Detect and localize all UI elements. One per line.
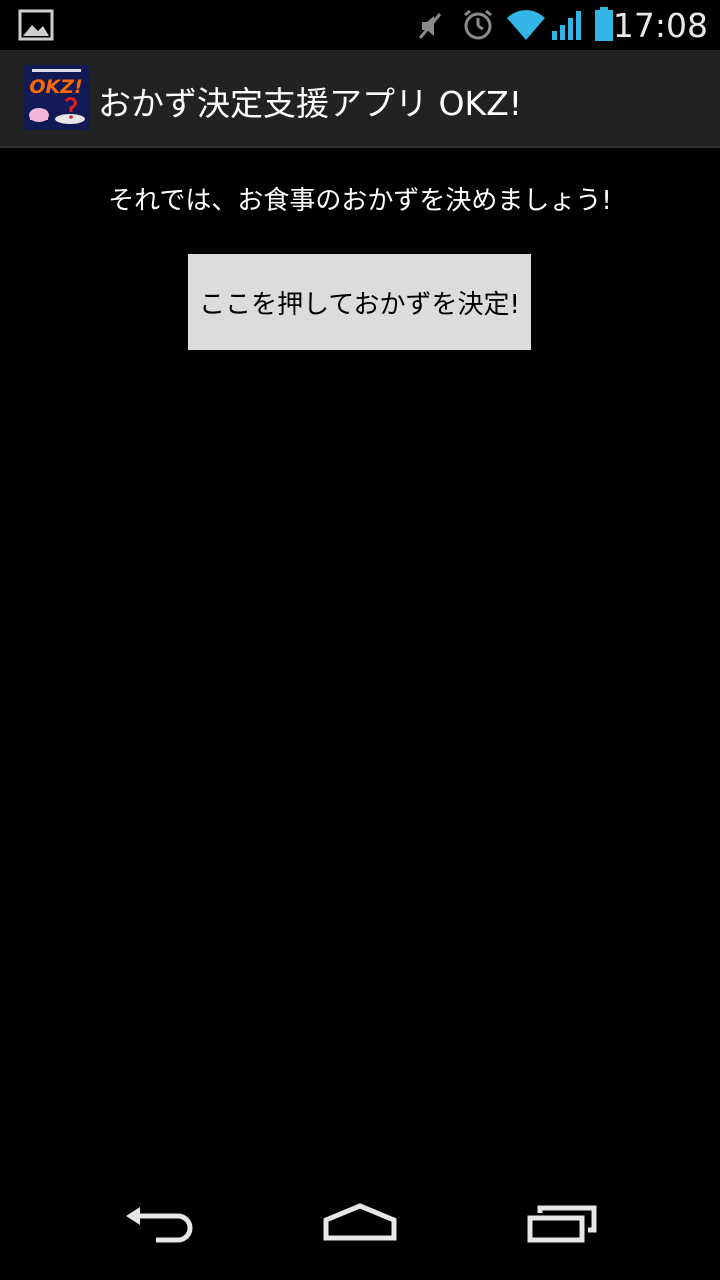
wifi-icon xyxy=(507,10,545,40)
app-icon-text: OKZ! xyxy=(29,76,82,98)
battery-icon xyxy=(595,7,613,41)
recent-apps-icon[interactable] xyxy=(526,1204,598,1244)
alarm-icon xyxy=(464,9,492,40)
mute-icon xyxy=(418,13,442,39)
action-bar: OKZ! おかず決定支援アプリ OKZ! xyxy=(0,50,720,148)
status-bar: 17:08 xyxy=(0,0,720,50)
navigation-bar xyxy=(0,1184,720,1280)
decide-dish-button[interactable]: ここを押しておかずを決定! xyxy=(188,254,531,350)
status-clock: 17:08 xyxy=(612,6,708,45)
back-icon[interactable] xyxy=(124,1204,196,1244)
image-notification-icon xyxy=(18,9,54,41)
app-title: おかず決定支援アプリ OKZ! xyxy=(98,84,522,123)
prompt-text: それでは、お食事のおかずを決めましょう! xyxy=(108,186,612,216)
home-icon[interactable] xyxy=(322,1202,398,1242)
okz-app-icon[interactable]: OKZ! xyxy=(24,65,89,130)
cell-signal-icon xyxy=(552,11,581,40)
